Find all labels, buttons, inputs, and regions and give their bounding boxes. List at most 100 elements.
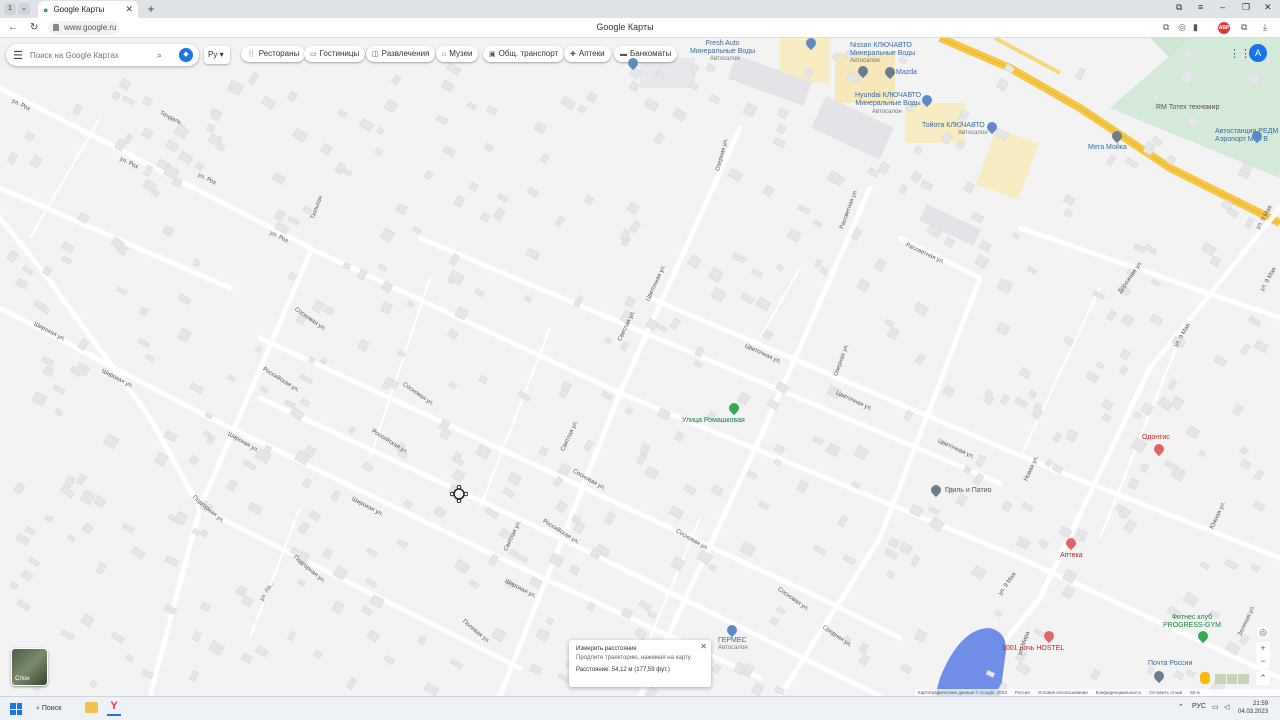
close-icon[interactable]: ✕ bbox=[700, 642, 707, 651]
window-close-icon[interactable]: ✕ bbox=[1264, 2, 1272, 13]
building-footprint bbox=[442, 145, 456, 158]
chip-pharmacies[interactable]: ✚ Аптеки bbox=[564, 46, 611, 62]
extensions-icon[interactable]: ⧉ bbox=[1241, 22, 1247, 33]
expand-icon[interactable]: ⌃ bbox=[1256, 672, 1270, 685]
pegman-icon[interactable] bbox=[1200, 672, 1210, 684]
poi-gril[interactable]: Гриль и Патио bbox=[945, 487, 992, 494]
share-icon[interactable]: ⧉ bbox=[1163, 22, 1169, 33]
building-footprint bbox=[41, 356, 55, 367]
clock[interactable]: 21:59 04.03.2023 bbox=[1238, 700, 1268, 716]
file-explorer-icon[interactable] bbox=[85, 702, 98, 713]
poi-mazda[interactable]: Mazda bbox=[896, 69, 917, 76]
building-footprint bbox=[647, 611, 657, 619]
building-footprint bbox=[1121, 313, 1135, 327]
collection-icon[interactable]: ⧉ bbox=[1176, 2, 1182, 13]
building-footprint bbox=[1170, 395, 1185, 411]
building-footprint bbox=[776, 263, 784, 272]
poi-apteka[interactable]: Аптека bbox=[1060, 552, 1083, 559]
chip-museums[interactable]: ⌂ Музеи bbox=[436, 46, 479, 62]
feedback-link[interactable]: Оставить отзыв bbox=[1149, 690, 1182, 695]
language-select[interactable]: Ру ▾ bbox=[204, 46, 230, 64]
country-link[interactable]: Россия bbox=[1015, 690, 1030, 695]
poi-odontis[interactable]: Одонтис bbox=[1142, 434, 1170, 441]
my-location-icon[interactable]: ◎ bbox=[1257, 626, 1269, 639]
search-box[interactable]: ☰ Поиск на Google Картах ⌕ ◆ bbox=[6, 44, 199, 66]
measure-title: Измерить расстояние bbox=[576, 646, 637, 652]
building-footprint bbox=[103, 433, 120, 450]
search-input[interactable]: Поиск на Google Картах bbox=[30, 51, 157, 60]
back-icon[interactable]: ← bbox=[8, 22, 18, 33]
download-icon[interactable]: ⤓ bbox=[1263, 22, 1267, 33]
new-tab-button[interactable]: + bbox=[144, 2, 158, 16]
scale-label[interactable]: 50 м bbox=[1190, 690, 1199, 695]
taskbar-search[interactable]: ⌕ Поиск bbox=[36, 701, 76, 717]
avatar[interactable]: A bbox=[1249, 44, 1267, 62]
map-base-layer bbox=[0, 38, 1280, 696]
chip-transit[interactable]: ▣ Общ. транспорт bbox=[483, 46, 565, 62]
poi-mega-moika[interactable]: Мега Мойка bbox=[1088, 144, 1127, 151]
building-footprint bbox=[311, 299, 325, 314]
layers-button[interactable]: Слои bbox=[11, 648, 48, 686]
extension-icon[interactable]: ◎ bbox=[1178, 22, 1186, 33]
zoom-out-button[interactable]: − bbox=[1256, 655, 1270, 668]
reload-icon[interactable]: ↻ bbox=[30, 22, 38, 33]
language-indicator[interactable]: РУС bbox=[1192, 703, 1206, 710]
measure-distance-card: ✕ Измерить расстояние Продлите траектори… bbox=[569, 640, 711, 687]
hamburger-menu-icon[interactable]: ☰ bbox=[6, 49, 30, 62]
poi-pochta[interactable]: Почта России bbox=[1148, 660, 1192, 667]
privacy-link[interactable]: Конфиденциальность bbox=[1096, 690, 1142, 695]
building-footprint bbox=[626, 201, 640, 215]
chip-hotels[interactable]: ▭ Гостиницы bbox=[304, 46, 366, 62]
building-footprint bbox=[813, 544, 827, 556]
building-footprint bbox=[1182, 591, 1199, 608]
tray-chevron-icon[interactable]: ⌃ bbox=[1178, 703, 1184, 711]
map-canvas[interactable]: ☰ Поиск на Google Картах ⌕ ◆ Ру ▾ 🍴 Ресто… bbox=[0, 38, 1280, 696]
minimize-icon[interactable]: – bbox=[1220, 2, 1225, 12]
tab-list-button[interactable]: ⌄ bbox=[18, 3, 30, 15]
windows-start-icon[interactable] bbox=[10, 703, 22, 715]
poi-rm-totek[interactable]: RM Тотех техномир bbox=[1156, 104, 1219, 111]
bookmark-icon[interactable]: ▮ bbox=[1193, 22, 1198, 33]
google-apps-icon[interactable]: ⋮⋮ bbox=[1229, 47, 1251, 60]
building-footprint bbox=[450, 658, 464, 670]
building-footprint bbox=[628, 66, 642, 80]
adblock-icon[interactable]: ABP bbox=[1218, 22, 1230, 34]
poi-nissan-sub: Автосалон bbox=[850, 58, 880, 64]
zoom-in-button[interactable]: + bbox=[1256, 642, 1270, 655]
poi-romashkovaya[interactable]: Улица Ромашковая bbox=[682, 417, 745, 424]
url-field[interactable]: www.google.ru bbox=[48, 21, 120, 35]
menu-icon[interactable]: ≡ bbox=[1198, 2, 1203, 12]
volume-icon[interactable]: ◁ bbox=[1224, 703, 1229, 711]
poi-hostel[interactable]: 1001 ночь HOSTEL bbox=[1002, 645, 1064, 652]
search-icon[interactable]: ⌕ bbox=[157, 50, 173, 61]
tab-google-maps[interactable]: ● Google Карты ✕ bbox=[38, 1, 138, 18]
building-footprint bbox=[1244, 217, 1255, 229]
poi-toyota[interactable]: Тойота КЛЮЧАВТО bbox=[922, 122, 985, 129]
building-footprint bbox=[886, 326, 900, 341]
chip-entertainment[interactable]: ◫ Развлечения bbox=[366, 46, 436, 62]
terms-link[interactable]: Условия использования bbox=[1038, 690, 1088, 695]
chip-restaurants[interactable]: 🍴 Рестораны bbox=[241, 46, 306, 62]
poi-germes[interactable]: ГЕРМЕС bbox=[718, 637, 747, 644]
maximize-icon[interactable]: ❐ bbox=[1242, 2, 1250, 13]
network-icon[interactable]: ▭ bbox=[1212, 703, 1219, 711]
building-footprint bbox=[1123, 519, 1137, 534]
poi-fresh-auto[interactable]: Fresh Auto Минеральные Воды bbox=[690, 40, 755, 56]
poi-avtostancia[interactable]: Автостанция РЕДМ Аэропорт Мин В bbox=[1215, 128, 1278, 144]
chip-atms[interactable]: ▬ Банкоматы bbox=[614, 46, 678, 62]
yandex-browser-icon[interactable]: Y bbox=[107, 700, 121, 716]
poi-nissan[interactable]: Nissan КЛЮЧАВТО Минеральные Воды bbox=[850, 42, 915, 58]
directions-icon[interactable]: ◆ bbox=[179, 48, 193, 62]
tab-close-icon[interactable]: ✕ bbox=[125, 4, 133, 15]
map-type-tiles[interactable] bbox=[1215, 674, 1250, 684]
building-footprint bbox=[710, 287, 727, 303]
tab-count-button[interactable]: 1 bbox=[4, 3, 16, 15]
building-footprint bbox=[629, 220, 641, 234]
building-footprint bbox=[1144, 243, 1158, 255]
poi-fitness[interactable]: Фитнес клуб PROGRESS-GYM bbox=[1163, 614, 1221, 630]
building-footprint bbox=[61, 255, 72, 265]
building-footprint bbox=[1101, 413, 1112, 423]
poi-hyundai[interactable]: Hyundai КЛЮЧАВТО Минеральные Воды bbox=[855, 92, 921, 108]
chip-label: Развлечения bbox=[381, 49, 430, 58]
building-footprint bbox=[379, 301, 393, 315]
